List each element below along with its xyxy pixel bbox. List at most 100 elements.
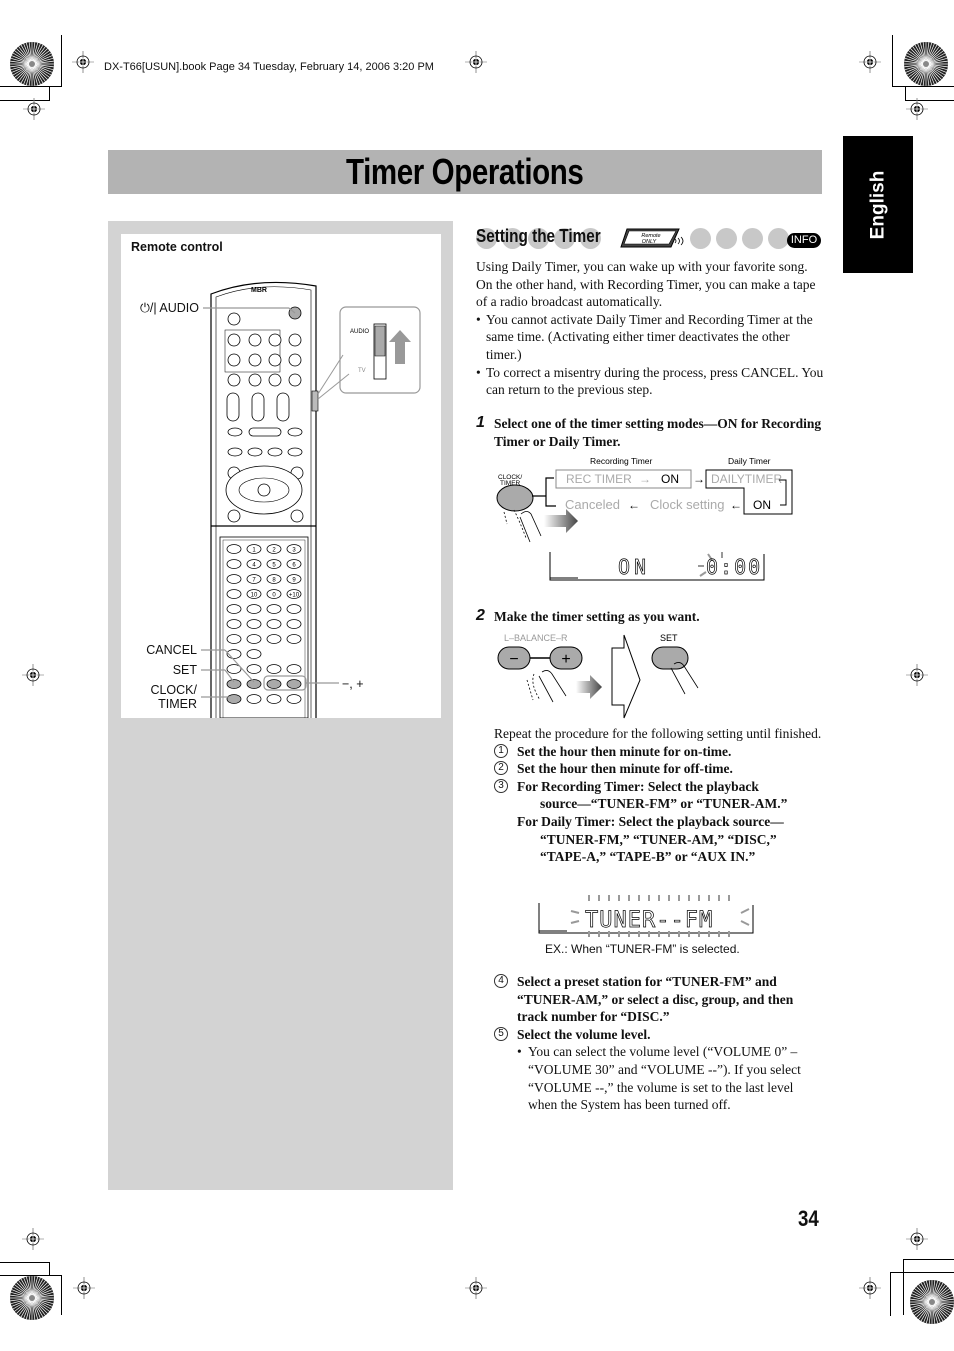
callout-cancel: CANCEL bbox=[146, 643, 197, 657]
step-text: Make the timer setting as you want. bbox=[494, 609, 700, 624]
bullet-item: You cannot activate Daily Timer and Reco… bbox=[476, 311, 826, 364]
svg-text:←: ← bbox=[730, 498, 742, 512]
lcd-caption: EX.: When “TUNER-FM” is selected. bbox=[545, 942, 740, 956]
step-2-instructions-continued: 4 Select a preset station for “TUNER-FM” … bbox=[494, 973, 824, 1114]
callout-clock-timer: CLOCK/ TIMER bbox=[150, 683, 197, 711]
svg-text:→: → bbox=[639, 472, 651, 486]
remote-only-badge: Remote ONLY bbox=[620, 228, 684, 248]
svg-text:←: ← bbox=[628, 498, 640, 512]
registration-crosshair bbox=[859, 1277, 881, 1299]
registration-crosshair bbox=[23, 98, 45, 120]
registration-crosshair bbox=[465, 1277, 487, 1299]
registration-starburst-top-right bbox=[902, 40, 950, 88]
sub-step-text: source—“TUNER-FM” or “TUNER-AM.” bbox=[540, 796, 788, 812]
balance-plus: + bbox=[561, 651, 570, 668]
canceled-text: Canceled bbox=[565, 497, 620, 512]
switch-label-tv: TV bbox=[358, 368, 366, 374]
step-2: 2 Make the timer setting as you want. bbox=[476, 607, 826, 626]
set-label: SET bbox=[660, 633, 678, 643]
recording-timer-label: Recording Timer bbox=[590, 456, 653, 466]
crop-mark bbox=[892, 86, 954, 87]
sub-step-text: “TUNER-FM,” “TUNER-AM,” “DISC,” bbox=[540, 831, 777, 847]
number-key-label: 10 bbox=[251, 593, 258, 599]
step-text: Select one of the timer setting modes—ON… bbox=[494, 416, 822, 449]
language-tab: English bbox=[843, 136, 913, 273]
decor-dot bbox=[768, 228, 789, 249]
rec-on-text: ON bbox=[661, 472, 679, 486]
registration-starburst-top-left bbox=[8, 40, 56, 88]
circled-number: 2 bbox=[494, 761, 508, 776]
callout-clock-timer-line1: CLOCK/ bbox=[150, 683, 197, 697]
sub-step-3: 3 For Recording Timer: Select the playba… bbox=[494, 778, 824, 866]
step-1: 1 Select one of the timer setting modes—… bbox=[476, 414, 826, 450]
crop-mark bbox=[0, 1262, 50, 1263]
crop-mark bbox=[0, 1275, 62, 1276]
registration-crosshair bbox=[22, 1228, 44, 1250]
page-number: 34 bbox=[798, 1206, 819, 1231]
daily-timer-text: DAILYTIMER bbox=[711, 472, 782, 486]
page-title-bar: Timer Operations bbox=[108, 150, 822, 194]
crop-mark bbox=[49, 86, 50, 100]
registration-crosshair bbox=[859, 51, 881, 73]
daily-timer-label: Daily Timer bbox=[728, 456, 771, 466]
sub-step-text: For Recording Timer: Select the playback bbox=[517, 778, 759, 794]
print-header: DX-T66[USUN].book Page 34 Tuesday, Febru… bbox=[104, 61, 434, 73]
crop-mark bbox=[61, 1275, 62, 1315]
sub-step-2: 2 Set the hour then minute for off-time. bbox=[494, 760, 824, 778]
decor-dot bbox=[716, 228, 737, 249]
brand-logo: MBR bbox=[251, 287, 267, 294]
bullet-item: To correct a misentry during the process… bbox=[476, 364, 826, 399]
crop-mark bbox=[903, 1259, 904, 1315]
crop-mark bbox=[892, 35, 893, 87]
sub-step-4: 4 Select a preset station for “TUNER-FM” … bbox=[494, 973, 824, 1026]
number-key-label: +10 bbox=[289, 593, 300, 599]
lcd-display-on-time: ON 0:00 bbox=[549, 552, 765, 581]
step-number: 1 bbox=[476, 414, 485, 431]
sub-step-text: “TAPE-A,” “TAPE-B” or “AUX IN.” bbox=[540, 849, 756, 865]
daily-on-text: ON bbox=[753, 498, 771, 512]
repeat-text: Repeat the procedure for the following s… bbox=[494, 726, 822, 741]
crop-mark bbox=[0, 86, 62, 87]
registration-starburst-bottom-left bbox=[8, 1274, 56, 1322]
registration-crosshair bbox=[73, 1277, 95, 1299]
registration-crosshair bbox=[465, 51, 487, 73]
registration-crosshair bbox=[906, 1228, 928, 1250]
sub-step-text: For Daily Timer: Select the playback sou… bbox=[517, 813, 784, 829]
info-badge: INFO bbox=[787, 233, 821, 248]
section-heading: Setting the Timer bbox=[476, 226, 601, 246]
decor-dot bbox=[690, 228, 711, 249]
callout-set: SET bbox=[172, 663, 197, 677]
crop-mark bbox=[903, 1259, 954, 1260]
registration-crosshair bbox=[906, 664, 928, 686]
rec-timer-text: REC TIMER bbox=[566, 472, 632, 486]
lcd-mode-text: ON bbox=[618, 555, 650, 579]
volume-note: You can select the volume level (“VOLUME… bbox=[494, 1043, 824, 1113]
balance-set-diagram: L–BALANCE–R − + SET bbox=[497, 633, 699, 719]
circled-number: 3 bbox=[494, 778, 508, 793]
lcd-display-source: TUNER--FM bbox=[538, 895, 754, 937]
sub-step-text: Set the hour then minute for off-time. bbox=[517, 761, 733, 777]
registration-crosshair bbox=[906, 98, 928, 120]
language-tab-label: English bbox=[867, 170, 888, 239]
sub-step-text: Select the volume level. bbox=[517, 1026, 651, 1042]
sub-step-text: Select a preset station for “TUNER-FM” a… bbox=[517, 974, 794, 1025]
crop-mark bbox=[61, 35, 62, 87]
registration-crosshair bbox=[22, 664, 44, 686]
lcd-time-text: 0:00 bbox=[706, 555, 762, 579]
sub-step-1: 1 Set the hour then minute for on-time. bbox=[494, 743, 824, 761]
crop-mark bbox=[890, 1272, 954, 1273]
sub-step-5: 5 Select the volume level. bbox=[494, 1026, 824, 1044]
balance-minus: − bbox=[509, 651, 518, 668]
balance-label: L–BALANCE–R bbox=[504, 633, 568, 643]
registration-crosshair bbox=[72, 51, 94, 73]
sub-step-text: Set the hour then minute for on-time. bbox=[517, 743, 732, 759]
intro-paragraph: Using Daily Timer, you can wake up with … bbox=[476, 259, 816, 310]
circled-number: 4 bbox=[494, 974, 508, 988]
registration-starburst-bottom-right bbox=[908, 1278, 954, 1326]
timer-mode-flow-diagram: Recording Timer Daily Timer CLOCK/ TIMER… bbox=[496, 456, 793, 543]
callout-minus-plus: −, + bbox=[342, 677, 364, 691]
circled-number: 1 bbox=[494, 743, 508, 758]
crop-mark bbox=[49, 1262, 50, 1276]
svg-text:→: → bbox=[693, 472, 705, 486]
switch-label-audio: AUDIO bbox=[350, 329, 369, 335]
